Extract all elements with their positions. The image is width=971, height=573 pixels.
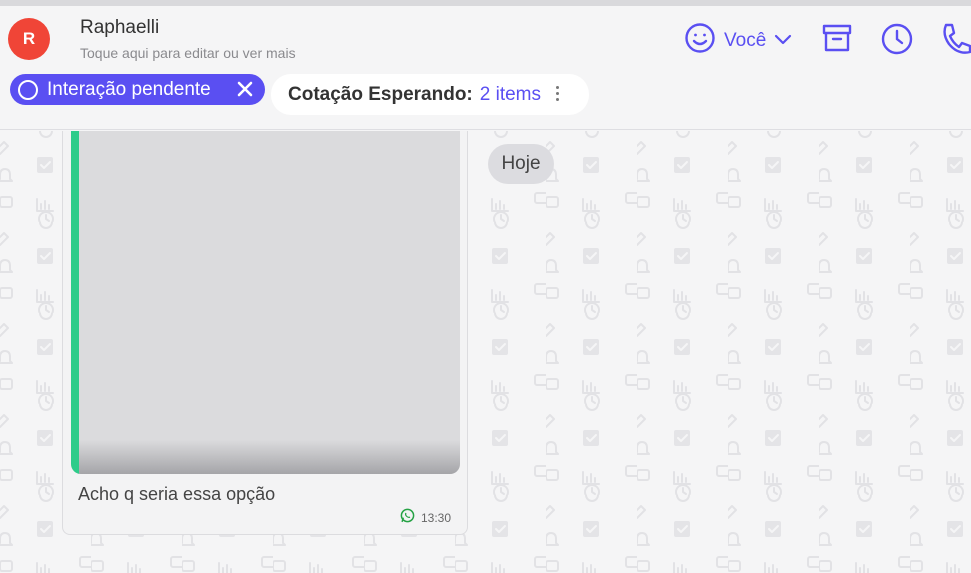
message-meta: 13:30 — [400, 508, 451, 528]
tag-quote-label: Cotação Esperando: — [288, 83, 473, 105]
day-separator: Hoje — [488, 144, 554, 184]
tag-quote-count[interactable]: 2 items — [480, 84, 541, 106]
kebab-menu-icon[interactable] — [556, 86, 559, 101]
message-caption: Acho q seria essa opção — [78, 484, 276, 504]
contact-subtitle[interactable]: Toque aqui para editar ou ver mais — [80, 45, 296, 61]
whatsapp-icon — [400, 508, 415, 528]
message-image[interactable] — [71, 131, 460, 474]
archive-icon[interactable] — [821, 22, 853, 59]
tag-pending-interaction[interactable]: Interação pendente — [10, 74, 265, 105]
assignee-label: Você — [724, 29, 767, 51]
message-time: 13:30 — [420, 511, 451, 525]
clock-icon[interactable] — [880, 22, 914, 61]
chevron-down-icon — [774, 32, 792, 50]
assignee-dropdown[interactable]: Você — [684, 22, 792, 59]
avatar[interactable]: R — [8, 18, 50, 60]
smiley-icon — [684, 22, 716, 59]
phone-icon[interactable] — [940, 22, 971, 61]
message-bubble[interactable]: Acho q seria essa opção 13:30 — [62, 131, 468, 535]
ring-icon — [18, 79, 38, 100]
media-accent-bar — [71, 131, 79, 474]
close-icon[interactable] — [235, 79, 255, 104]
tag-pending-label: Interação pendente — [47, 78, 211, 100]
image-bottom-shade — [79, 440, 460, 474]
chat-header: R Raphaelli Toque aqui para editar ou ve… — [0, 6, 971, 130]
contact-name[interactable]: Raphaelli — [80, 17, 159, 39]
tag-quote-waiting[interactable]: Cotação Esperando: 2 items — [271, 74, 589, 115]
chat-area: Acho q seria essa opção 13:30 Hoje — [0, 131, 971, 573]
